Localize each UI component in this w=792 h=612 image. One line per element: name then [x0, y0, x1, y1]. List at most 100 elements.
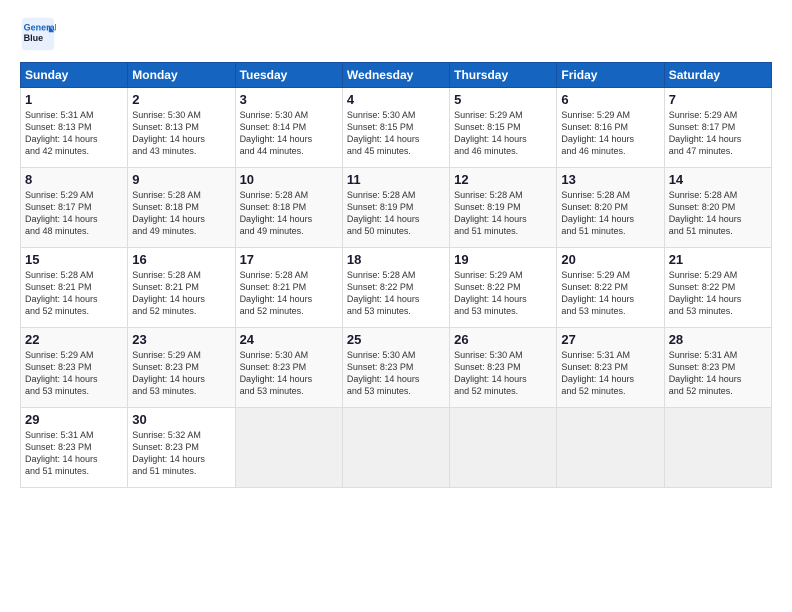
day-content: Sunrise: 5:29 AMSunset: 8:22 PMDaylight:…	[561, 269, 659, 318]
day-cell	[342, 408, 449, 488]
week-row-4: 22 Sunrise: 5:29 AMSunset: 8:23 PMDayligh…	[21, 328, 772, 408]
day-cell: 5 Sunrise: 5:29 AMSunset: 8:15 PMDaylight…	[450, 88, 557, 168]
day-number: 8	[25, 172, 123, 187]
day-content: Sunrise: 5:28 AMSunset: 8:18 PMDaylight:…	[240, 189, 338, 238]
day-content: Sunrise: 5:30 AMSunset: 8:13 PMDaylight:…	[132, 109, 230, 158]
day-cell: 30Sunrise: 5:32 AMSunset: 8:23 PMDayligh…	[128, 408, 235, 488]
day-number: 18	[347, 252, 445, 267]
day-number: 19	[454, 252, 552, 267]
day-content: Sunrise: 5:30 AMSunset: 8:15 PMDaylight:…	[347, 109, 445, 158]
day-number: 26	[454, 332, 552, 347]
day-number: 7	[669, 92, 767, 107]
day-number: 30	[132, 412, 230, 427]
day-content: Sunrise: 5:31 AMSunset: 8:23 PMDaylight:…	[561, 349, 659, 398]
day-content: Sunrise: 5:30 AMSunset: 8:23 PMDaylight:…	[240, 349, 338, 398]
day-cell: 15Sunrise: 5:28 AMSunset: 8:21 PMDayligh…	[21, 248, 128, 328]
day-number: 5	[454, 92, 552, 107]
day-content: Sunrise: 5:29 AMSunset: 8:17 PMDaylight:…	[25, 189, 123, 238]
day-content: Sunrise: 5:30 AMSunset: 8:23 PMDaylight:…	[454, 349, 552, 398]
header: General Blue	[20, 16, 772, 52]
day-number: 12	[454, 172, 552, 187]
day-number: 6	[561, 92, 659, 107]
day-number: 20	[561, 252, 659, 267]
day-cell: 3 Sunrise: 5:30 AMSunset: 8:14 PMDaylight…	[235, 88, 342, 168]
day-number: 23	[132, 332, 230, 347]
day-cell: 6 Sunrise: 5:29 AMSunset: 8:16 PMDaylight…	[557, 88, 664, 168]
week-row-2: 8 Sunrise: 5:29 AMSunset: 8:17 PMDaylight…	[21, 168, 772, 248]
day-content: Sunrise: 5:28 AMSunset: 8:21 PMDaylight:…	[25, 269, 123, 318]
day-cell	[557, 408, 664, 488]
col-header-saturday: Saturday	[664, 63, 771, 88]
day-content: Sunrise: 5:29 AMSunset: 8:23 PMDaylight:…	[132, 349, 230, 398]
day-cell: 29 Sunrise: 5:31 AMSunset: 8:23 PMDayligh…	[21, 408, 128, 488]
day-cell: 20 Sunrise: 5:29 AMSunset: 8:22 PMDayligh…	[557, 248, 664, 328]
col-header-thursday: Thursday	[450, 63, 557, 88]
day-number: 22	[25, 332, 123, 347]
day-number: 4	[347, 92, 445, 107]
day-cell: 24 Sunrise: 5:30 AMSunset: 8:23 PMDayligh…	[235, 328, 342, 408]
day-content: Sunrise: 5:31 AMSunset: 8:23 PMDaylight:…	[669, 349, 767, 398]
day-content: Sunrise: 5:28 AMSunset: 8:19 PMDaylight:…	[347, 189, 445, 238]
day-cell: 2 Sunrise: 5:30 AMSunset: 8:13 PMDaylight…	[128, 88, 235, 168]
header-row: SundayMondayTuesdayWednesdayThursdayFrid…	[21, 63, 772, 88]
day-content: Sunrise: 5:29 AMSunset: 8:15 PMDaylight:…	[454, 109, 552, 158]
day-content: Sunrise: 5:28 AMSunset: 8:22 PMDaylight:…	[347, 269, 445, 318]
day-content: Sunrise: 5:28 AMSunset: 8:18 PMDaylight:…	[132, 189, 230, 238]
week-row-3: 15Sunrise: 5:28 AMSunset: 8:21 PMDayligh…	[21, 248, 772, 328]
day-content: Sunrise: 5:31 AMSunset: 8:13 PMDaylight:…	[25, 109, 123, 158]
day-cell: 1 Sunrise: 5:31 AMSunset: 8:13 PMDaylight…	[21, 88, 128, 168]
day-number: 1	[25, 92, 123, 107]
day-number: 24	[240, 332, 338, 347]
day-content: Sunrise: 5:29 AMSunset: 8:16 PMDaylight:…	[561, 109, 659, 158]
day-cell: 10 Sunrise: 5:28 AMSunset: 8:18 PMDayligh…	[235, 168, 342, 248]
day-cell: 25Sunrise: 5:30 AMSunset: 8:23 PMDayligh…	[342, 328, 449, 408]
col-header-tuesday: Tuesday	[235, 63, 342, 88]
col-header-monday: Monday	[128, 63, 235, 88]
day-content: Sunrise: 5:28 AMSunset: 8:20 PMDaylight:…	[561, 189, 659, 238]
col-header-friday: Friday	[557, 63, 664, 88]
day-cell: 16Sunrise: 5:28 AMSunset: 8:21 PMDayligh…	[128, 248, 235, 328]
day-number: 11	[347, 172, 445, 187]
day-cell: 13 Sunrise: 5:28 AMSunset: 8:20 PMDayligh…	[557, 168, 664, 248]
day-number: 21	[669, 252, 767, 267]
svg-text:Blue: Blue	[24, 33, 44, 43]
day-cell	[450, 408, 557, 488]
day-cell: 17Sunrise: 5:28 AMSunset: 8:21 PMDayligh…	[235, 248, 342, 328]
day-content: Sunrise: 5:28 AMSunset: 8:19 PMDaylight:…	[454, 189, 552, 238]
day-number: 29	[25, 412, 123, 427]
day-number: 13	[561, 172, 659, 187]
day-cell	[235, 408, 342, 488]
day-content: Sunrise: 5:28 AMSunset: 8:21 PMDaylight:…	[240, 269, 338, 318]
day-number: 14	[669, 172, 767, 187]
day-cell: 22Sunrise: 5:29 AMSunset: 8:23 PMDayligh…	[21, 328, 128, 408]
day-content: Sunrise: 5:29 AMSunset: 8:17 PMDaylight:…	[669, 109, 767, 158]
col-header-wednesday: Wednesday	[342, 63, 449, 88]
day-content: Sunrise: 5:28 AMSunset: 8:21 PMDaylight:…	[132, 269, 230, 318]
logo: General Blue	[20, 16, 60, 52]
logo-icon: General Blue	[20, 16, 56, 52]
day-cell: 28 Sunrise: 5:31 AMSunset: 8:23 PMDayligh…	[664, 328, 771, 408]
day-number: 3	[240, 92, 338, 107]
day-cell: 23 Sunrise: 5:29 AMSunset: 8:23 PMDayligh…	[128, 328, 235, 408]
day-number: 9	[132, 172, 230, 187]
day-cell: 7 Sunrise: 5:29 AMSunset: 8:17 PMDaylight…	[664, 88, 771, 168]
day-cell: 18 Sunrise: 5:28 AMSunset: 8:22 PMDayligh…	[342, 248, 449, 328]
day-cell: 27Sunrise: 5:31 AMSunset: 8:23 PMDayligh…	[557, 328, 664, 408]
day-content: Sunrise: 5:29 AMSunset: 8:22 PMDaylight:…	[669, 269, 767, 318]
day-number: 28	[669, 332, 767, 347]
day-cell: 11 Sunrise: 5:28 AMSunset: 8:19 PMDayligh…	[342, 168, 449, 248]
day-content: Sunrise: 5:31 AMSunset: 8:23 PMDaylight:…	[25, 429, 123, 478]
day-cell: 9 Sunrise: 5:28 AMSunset: 8:18 PMDaylight…	[128, 168, 235, 248]
day-cell: 4 Sunrise: 5:30 AMSunset: 8:15 PMDaylight…	[342, 88, 449, 168]
week-row-5: 29 Sunrise: 5:31 AMSunset: 8:23 PMDayligh…	[21, 408, 772, 488]
day-cell: 21 Sunrise: 5:29 AMSunset: 8:22 PMDayligh…	[664, 248, 771, 328]
day-cell: 12 Sunrise: 5:28 AMSunset: 8:19 PMDayligh…	[450, 168, 557, 248]
day-cell: 26 Sunrise: 5:30 AMSunset: 8:23 PMDayligh…	[450, 328, 557, 408]
calendar-table: SundayMondayTuesdayWednesdayThursdayFrid…	[20, 62, 772, 488]
col-header-sunday: Sunday	[21, 63, 128, 88]
day-number: 10	[240, 172, 338, 187]
day-cell: 19Sunrise: 5:29 AMSunset: 8:22 PMDayligh…	[450, 248, 557, 328]
day-content: Sunrise: 5:30 AMSunset: 8:23 PMDaylight:…	[347, 349, 445, 398]
day-number: 2	[132, 92, 230, 107]
day-content: Sunrise: 5:30 AMSunset: 8:14 PMDaylight:…	[240, 109, 338, 158]
